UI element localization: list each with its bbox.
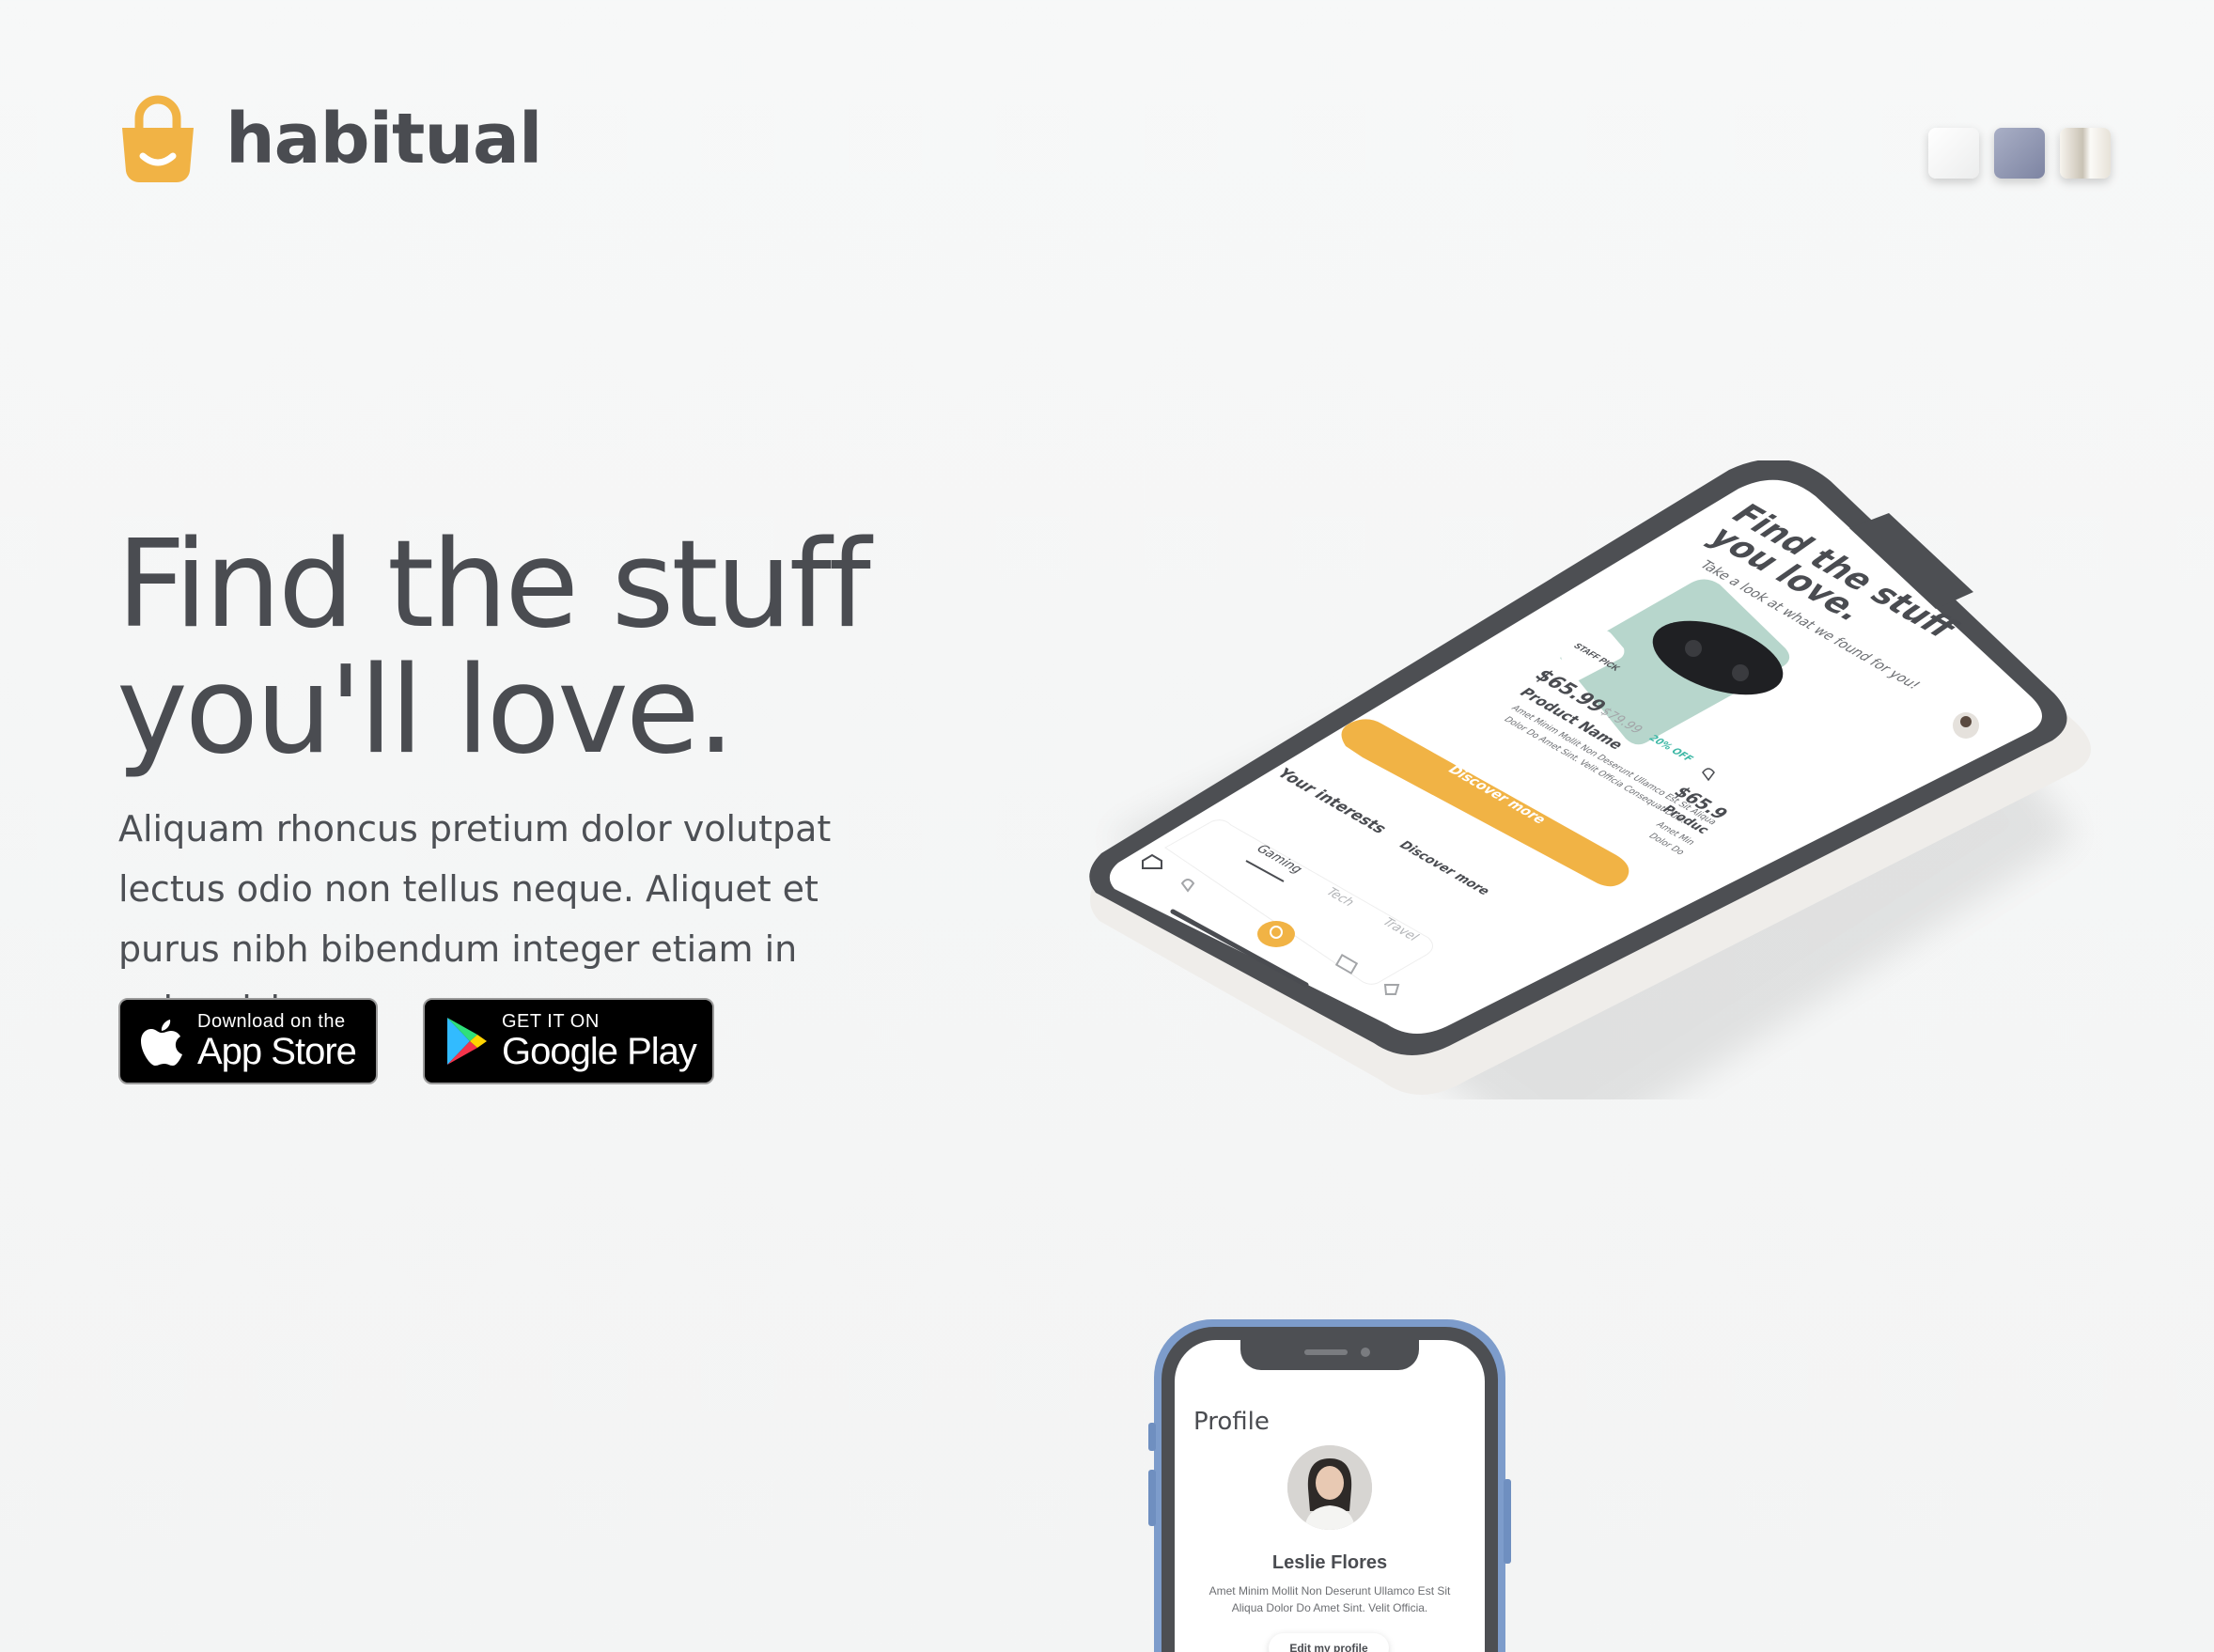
swatch-blue[interactable] xyxy=(1994,128,2045,179)
swatch-white[interactable] xyxy=(1928,128,1979,179)
app-store-badge[interactable]: Download on the App Store xyxy=(118,998,378,1084)
brand-name: habitual xyxy=(226,99,542,179)
phone-mockup-main: Find the stuff you love. Take a look at … xyxy=(1071,459,2114,1165)
shopping-bag-smile-icon xyxy=(118,94,197,184)
app-store-big: App Store xyxy=(197,1031,357,1072)
card-heart-icon[interactable] xyxy=(1695,761,1722,787)
phone-volume-button xyxy=(1148,1423,1156,1451)
swatch-gold[interactable] xyxy=(2060,128,2111,179)
edit-profile-button[interactable]: Edit my profile xyxy=(1269,1633,1389,1652)
google-play-big: Google Play xyxy=(502,1031,697,1072)
phone-mockup-profile: Profile Leslie Flores Amet Minim Mollit … xyxy=(1148,1319,1511,1652)
profile-name: Leslie Flores xyxy=(1271,1552,1388,1573)
phone-notch xyxy=(1240,1340,1419,1370)
apple-icon xyxy=(141,1020,182,1066)
profile-description: Amet Minim Mollit Non Deserunt Ullamco E… xyxy=(1197,1582,1462,1616)
hero-title-line1: Find the stuff xyxy=(117,515,871,655)
google-play-icon xyxy=(447,1018,487,1065)
profile-title: Profile xyxy=(1193,1408,1270,1436)
google-play-badge[interactable]: GET IT ON Google Play xyxy=(423,998,714,1084)
hero-title: Find the stuff you'll love. xyxy=(117,522,962,774)
profile-avatar[interactable] xyxy=(1287,1445,1372,1530)
phone-power-button xyxy=(1504,1479,1511,1564)
profile-description-line1: Amet Minim Mollit Non Deserunt Ullamco E… xyxy=(1208,1584,1451,1597)
profile-description-line2: Aliqua Dolor Do Amet Sint. Velit Officia… xyxy=(1231,1601,1428,1614)
search-icon[interactable] xyxy=(1257,921,1295,947)
phone-volume-button xyxy=(1148,1470,1156,1526)
hero-title-line2: you'll love. xyxy=(117,641,735,781)
color-swatches xyxy=(1928,128,2111,179)
brand-logo[interactable]: habitual xyxy=(118,94,542,184)
app-store-small: Download on the xyxy=(197,1011,346,1032)
google-play-small: GET IT ON xyxy=(502,1011,600,1032)
